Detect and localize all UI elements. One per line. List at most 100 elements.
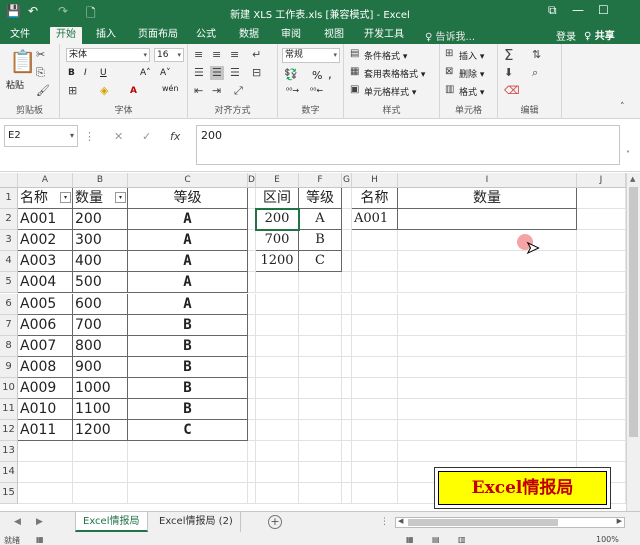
ribbon-display-icon[interactable]: ⧉ [548, 3, 557, 18]
grid-cell[interactable] [352, 272, 398, 294]
worksheet-grid[interactable]: A B C D E F G H I J 1 2 3 4 5 6 7 8 9 10 11 12 13 14 15 名称 数量 等级 A00… [0, 173, 626, 511]
scroll-left-icon[interactable]: ◀ [398, 517, 403, 525]
underline-button[interactable]: U [100, 68, 107, 78]
wrap-text-icon[interactable]: ↵ [252, 48, 261, 61]
sort-filter-icon[interactable]: ⇅ [532, 48, 541, 61]
row-header[interactable]: 14 [0, 462, 18, 484]
filter-dropdown-icon[interactable]: ▾ [60, 192, 71, 203]
grid-cell[interactable] [577, 420, 626, 442]
grid-cell[interactable] [398, 335, 577, 357]
expand-formula-icon[interactable]: ˅ [626, 150, 630, 159]
grid-cell[interactable] [352, 462, 398, 484]
grid-cell[interactable] [128, 441, 248, 463]
table-cell[interactable]: A011 [18, 420, 73, 442]
grid-cell[interactable] [352, 230, 398, 252]
font-name-select[interactable]: 宋体 ▾ [66, 48, 150, 62]
table-cell[interactable]: A [128, 209, 248, 231]
table-cell[interactable]: B [128, 356, 248, 378]
shrink-font-button[interactable]: A˅ [160, 68, 171, 78]
insert-function-icon[interactable]: fx [170, 130, 180, 143]
grid-cell[interactable] [352, 420, 398, 442]
lookup-cell[interactable] [398, 209, 577, 231]
grid-cell[interactable] [256, 272, 299, 294]
autosum-icon[interactable]: Σ [504, 46, 513, 64]
zoom-level[interactable]: 100% [596, 535, 619, 544]
grid-cell[interactable] [256, 293, 299, 315]
grid-cell[interactable] [342, 399, 352, 421]
grid-cell[interactable] [299, 314, 342, 336]
table-cell[interactable]: 700 [73, 314, 128, 336]
delete-cells-icon[interactable]: ⊠ [445, 66, 453, 77]
grid-cell[interactable] [299, 293, 342, 315]
align-center-icon[interactable]: ☰ [212, 66, 222, 79]
range-cell[interactable]: B [299, 230, 342, 252]
table-cell[interactable]: A009 [18, 377, 73, 399]
grid-cell[interactable] [342, 483, 352, 505]
tab-splitter-icon[interactable]: ⋮ [380, 517, 389, 527]
fill-icon[interactable]: ⬇ [504, 66, 513, 79]
table-cell[interactable]: A006 [18, 314, 73, 336]
grid-cell[interactable] [577, 209, 626, 231]
column-header-f[interactable]: F [299, 173, 342, 188]
grid-cell[interactable] [342, 314, 352, 336]
grid-cell[interactable] [398, 251, 577, 273]
grid-cell[interactable] [398, 420, 577, 442]
grid-cell[interactable] [398, 441, 577, 463]
grid-cell[interactable] [342, 188, 352, 210]
table-cell[interactable]: B [128, 377, 248, 399]
row-header[interactable]: 15 [0, 483, 18, 505]
table-cell[interactable]: 800 [73, 335, 128, 357]
grid-cell[interactable] [299, 272, 342, 294]
grid-cell[interactable] [256, 462, 299, 484]
row-header[interactable]: 1 [0, 188, 18, 210]
grid-cell[interactable] [352, 314, 398, 336]
tab-file[interactable]: 文件 [4, 27, 36, 44]
collapse-ribbon-icon[interactable]: ˄ [620, 102, 625, 112]
row-header[interactable]: 7 [0, 314, 18, 336]
column-header-b[interactable]: B [73, 173, 128, 188]
table-cell[interactable]: A001 [18, 209, 73, 231]
grid-cell[interactable] [299, 335, 342, 357]
grid-cell[interactable] [248, 399, 256, 421]
grid-cell[interactable] [299, 356, 342, 378]
table-cell[interactable]: A003 [18, 251, 73, 273]
grid-cell[interactable] [342, 377, 352, 399]
row-header[interactable]: 5 [0, 272, 18, 294]
column-header-e[interactable]: E [256, 173, 299, 188]
table-cell[interactable]: A007 [18, 335, 73, 357]
grid-cell[interactable] [248, 377, 256, 399]
grow-font-button[interactable]: A˄ [140, 68, 151, 78]
grid-cell[interactable] [577, 188, 626, 210]
grid-cell[interactable] [577, 335, 626, 357]
tell-me-search[interactable]: ♀ 告诉我... [425, 28, 475, 43]
grid-cell[interactable] [577, 251, 626, 273]
bold-button[interactable]: B [68, 68, 75, 78]
table-cell[interactable]: 1200 [73, 420, 128, 442]
table-cell[interactable]: 200 [73, 209, 128, 231]
insert-cells-icon[interactable]: ⊞ [445, 48, 453, 59]
align-middle-icon[interactable]: ≡ [212, 48, 221, 61]
tab-data[interactable]: 数据 [233, 27, 265, 44]
grid-cell[interactable] [256, 483, 299, 505]
grid-cell[interactable] [577, 399, 626, 421]
row-header[interactable]: 11 [0, 399, 18, 421]
grid-cell[interactable] [248, 272, 256, 294]
tab-review[interactable]: 审阅 [275, 27, 307, 44]
column-header-j[interactable]: J [577, 173, 626, 188]
grid-cell[interactable] [248, 462, 256, 484]
font-size-select[interactable]: 16 ▾ [154, 48, 184, 62]
fill-color-icon[interactable]: ◈ [100, 84, 108, 97]
range-cell[interactable]: C [299, 251, 342, 273]
column-header-a[interactable]: A [18, 173, 73, 188]
table-cell[interactable]: A010 [18, 399, 73, 421]
grid-cell[interactable] [577, 272, 626, 294]
grid-cell[interactable] [248, 251, 256, 273]
row-header[interactable]: 12 [0, 420, 18, 442]
table-cell[interactable]: B [128, 399, 248, 421]
table-cell[interactable]: A [128, 230, 248, 252]
table-cell[interactable]: B [128, 314, 248, 336]
grid-cell[interactable] [398, 293, 577, 315]
grid-cell[interactable] [256, 420, 299, 442]
grid-cell[interactable] [248, 314, 256, 336]
grid-cell[interactable] [398, 272, 577, 294]
